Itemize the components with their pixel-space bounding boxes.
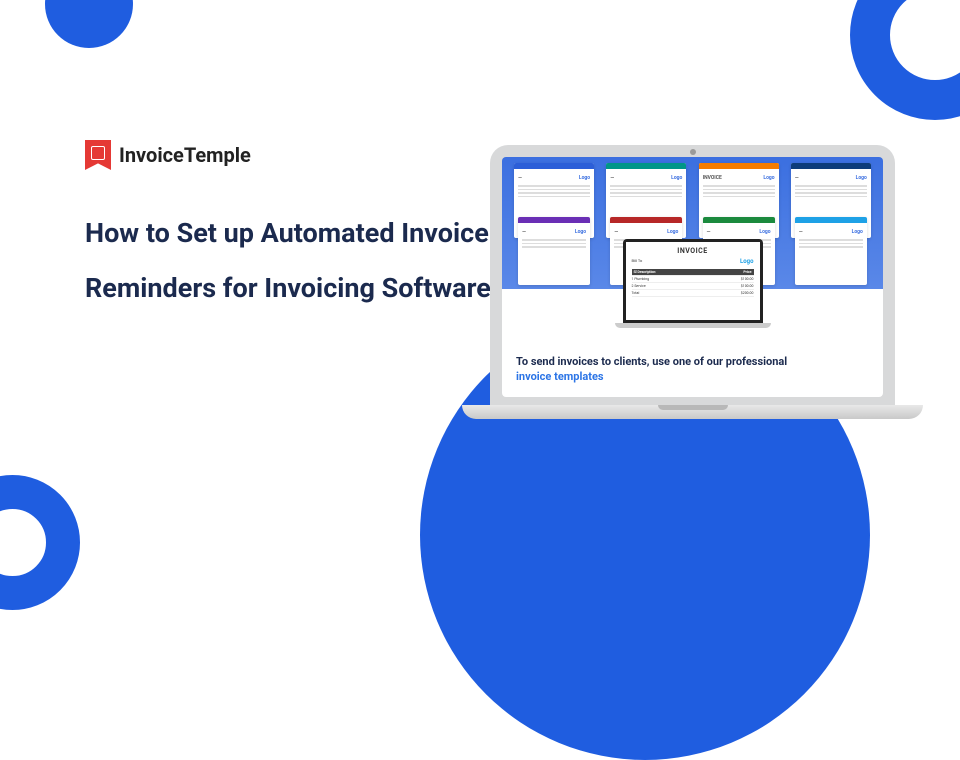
laptop-base [462,405,923,419]
laptop-screen: —Logo —Logo INVOICELogo —Logo [502,157,883,397]
decorative-ring-top-right [850,0,960,120]
brand-logo: InvoiceTemple [85,140,505,170]
mini-laptop-frame: INVOICE Bill To Logo Sl DescriptionPrice… [623,239,763,323]
caption-link-text: invoice templates [516,370,869,383]
mini-laptop-screen: INVOICE Bill To Logo Sl DescriptionPrice… [626,242,760,320]
caption-text: To send invoices to clients, use one of … [516,355,869,368]
laptop-mockup: —Logo —Logo INVOICELogo —Logo [490,145,895,419]
screen-caption: To send invoices to clients, use one of … [516,355,869,383]
invoice-template: —Logo [518,217,590,285]
mini-laptop-base [615,323,771,328]
laptop-frame: —Logo —Logo INVOICELogo —Logo [490,145,895,405]
logo-inner-square [91,146,105,160]
invoice-logo-placeholder: Logo [740,258,753,265]
main-content: InvoiceTemple How to Set up Automated In… [85,140,505,317]
invoice-heading: INVOICE [632,247,754,255]
invoice-template: —Logo [795,217,867,285]
laptop-camera-icon [690,149,696,155]
page-title: How to Set up Automated Invoice Reminder… [85,206,505,317]
mini-laptop-mockup: INVOICE Bill To Logo Sl DescriptionPrice… [623,239,763,328]
brand-name: InvoiceTemple [119,143,251,167]
bookmark-icon [85,140,111,170]
decorative-circle-top-left [45,0,133,48]
decorative-ring-bottom-left [0,475,80,610]
